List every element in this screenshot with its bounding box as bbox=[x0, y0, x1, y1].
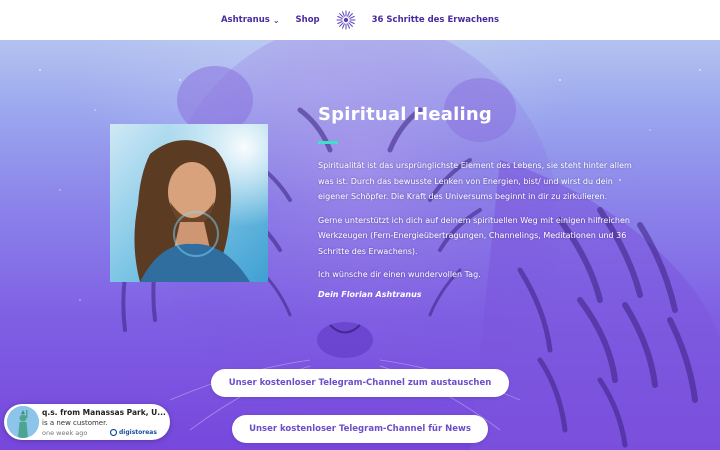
nav-item-shop[interactable]: Shop bbox=[296, 15, 320, 25]
notification-brand: digistoreas bbox=[110, 429, 157, 436]
customer-notification-popup[interactable]: q.s. from Manassas Park, U... is a new c… bbox=[4, 404, 170, 440]
title-accent-divider bbox=[318, 141, 338, 144]
intro-text: Spiritualität ist das ursprünglichste El… bbox=[318, 158, 636, 291]
top-navigation: Ashtranus ⌄ Shop 36 Schritte des Erwache… bbox=[0, 0, 720, 40]
nav-item-36-schritte[interactable]: 36 Schritte des Erwachens bbox=[372, 15, 499, 25]
notification-customer-location: q.s. from Manassas Park, U... bbox=[42, 408, 166, 417]
page-title: Spiritual Healing bbox=[318, 104, 492, 125]
hero-section: Spiritual Healing Spiritualität ist das … bbox=[0, 40, 720, 450]
telegram-news-button[interactable]: Unser kostenloser Telegram-Channel für N… bbox=[232, 415, 488, 443]
intro-paragraph: Gerne unterstützt ich dich auf deinem sp… bbox=[318, 215, 630, 256]
nav-item-label: Shop bbox=[295, 15, 320, 25]
digistore-logo-icon bbox=[110, 429, 117, 436]
portrait-photo bbox=[110, 124, 268, 282]
intro-paragraph: Spiritualität ist das ursprünglichste El… bbox=[318, 161, 632, 201]
brand-label: digistoreas bbox=[119, 429, 157, 436]
signature: Dein Florian Ashtranus bbox=[318, 290, 422, 299]
sun-mandala-icon[interactable] bbox=[336, 10, 356, 30]
nav-item-ashtranus[interactable]: Ashtranus ⌄ bbox=[221, 15, 280, 25]
statue-of-liberty-icon bbox=[7, 406, 39, 438]
intro-paragraph: Ich wünsche dir einen wundervollen Tag. bbox=[318, 270, 481, 279]
telegram-exchange-button[interactable]: Unser kostenloser Telegram-Channel zum a… bbox=[211, 369, 509, 397]
notification-timestamp: one week ago bbox=[42, 429, 88, 437]
chevron-down-icon: ⌄ bbox=[272, 15, 280, 25]
nav-item-label: Ashtranus bbox=[220, 15, 270, 25]
notification-message: is a new customer. bbox=[42, 419, 108, 427]
nav-item-label: 36 Schritte des Erwachens bbox=[371, 15, 500, 25]
